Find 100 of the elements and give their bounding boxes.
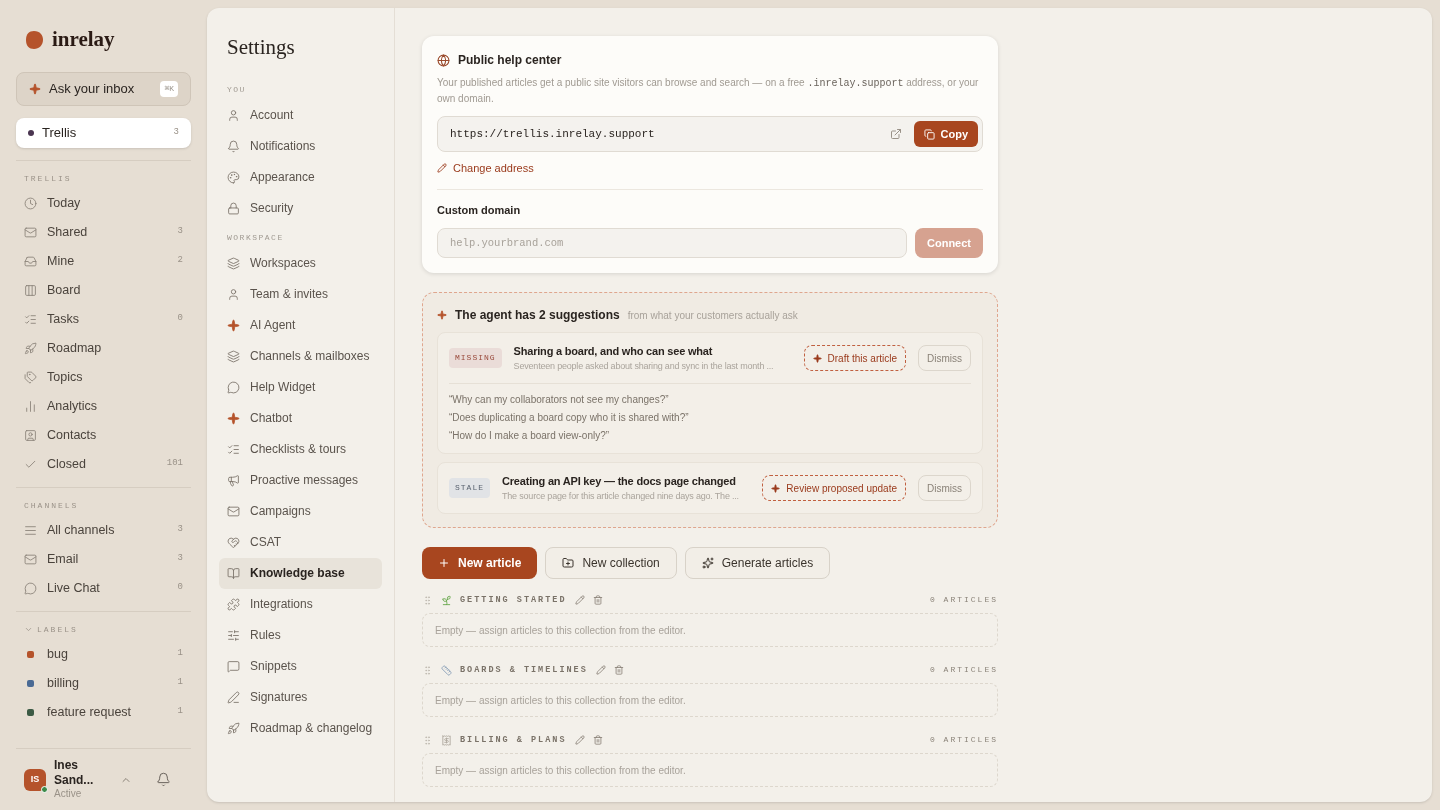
sidebar-item[interactable]: billing 1 (16, 668, 191, 698)
settings-nav-item[interactable]: AI Agent (219, 309, 382, 341)
checklist-icon (227, 442, 240, 456)
sidebar-item[interactable]: Live Chat 0 (16, 573, 191, 603)
external-link-icon[interactable] (889, 128, 902, 140)
settings-nav-item[interactable]: Security (219, 192, 382, 224)
pencil-icon (437, 163, 447, 174)
sidebar-item[interactable]: bug 1 (16, 639, 191, 669)
inbox-icon (24, 254, 37, 268)
suggestion-action-button[interactable]: Draft this article (803, 345, 906, 371)
empty-collection-dropzone: Empty — assign articles to this collection from the editor. (422, 683, 998, 717)
sparkles-icon (701, 557, 714, 569)
sidebar-item[interactable]: Analytics (16, 391, 191, 421)
settings-nav-item[interactable]: Proactive messages (219, 464, 382, 496)
sidebar-item[interactable]: Email 3 (16, 544, 191, 574)
group-heading: WORKSPACE (226, 231, 285, 244)
drag-handle-icon[interactable] (422, 734, 433, 746)
user-name: Ines Sand... (54, 758, 95, 789)
sidebar-item[interactable]: Contacts (16, 420, 191, 450)
url-field[interactable]: https://trellis.inrelay.support Copy (437, 116, 983, 152)
settings-nav-item[interactable]: Signatures (219, 681, 382, 713)
sidebar-item[interactable]: Shared 3 (16, 217, 191, 247)
toolbar-button[interactable]: New collection (545, 547, 677, 579)
sidebar-item[interactable]: Roadmap (16, 333, 191, 363)
dismiss-button[interactable]: Dismiss (918, 475, 971, 501)
sidebar-item[interactable]: Board (16, 275, 191, 305)
receipt-icon (441, 734, 452, 746)
sparkle-icon (812, 353, 822, 363)
toolbar-button[interactable]: New article (422, 547, 538, 579)
globe-icon (437, 53, 450, 67)
copy-icon (923, 128, 935, 140)
field-label: Custom domain (437, 202, 522, 218)
settings-nav-item[interactable]: Checklists & tours (219, 433, 382, 465)
palette-icon (227, 170, 240, 184)
edit-icon[interactable] (574, 735, 585, 745)
settings-nav-item[interactable]: Knowledge base (219, 557, 382, 589)
chevron-down-icon[interactable] (24, 625, 33, 634)
settings-nav-item[interactable]: Rules (219, 619, 382, 651)
settings-nav-item[interactable]: Roadmap & changelog (219, 712, 382, 744)
edit-icon[interactable] (574, 595, 585, 605)
user-avatar: IS (24, 768, 46, 791)
settings-nav-item[interactable]: Chatbot (219, 402, 382, 434)
copy-button[interactable]: Copy (913, 121, 978, 147)
edit-icon[interactable] (595, 665, 606, 675)
delete-icon[interactable] (613, 665, 624, 675)
drag-handle-icon[interactable] (422, 664, 433, 676)
settings-nav-item[interactable]: Workspaces (219, 247, 382, 279)
settings-nav-item[interactable]: Appearance (219, 161, 382, 193)
lock-icon (227, 201, 240, 215)
settings-nav-item[interactable]: Notifications (219, 130, 382, 162)
message-icon (227, 659, 240, 673)
dismiss-button[interactable]: Dismiss (918, 345, 971, 371)
article-count: 0 ARTICLES (930, 664, 998, 676)
sidebar-item[interactable]: Mine 2 (16, 246, 191, 276)
article-count: 0 ARTICLES (930, 594, 998, 606)
tag-icon (24, 370, 37, 384)
plus-icon (438, 557, 450, 569)
shortcut-badge: ⌘K (160, 80, 178, 97)
toolbar-button[interactable]: Generate articles (684, 547, 831, 579)
delete-icon[interactable] (592, 735, 603, 745)
settings-nav-item[interactable]: Channels & mailboxes (219, 340, 382, 372)
settings-nav-item[interactable]: Snippets (219, 650, 382, 682)
drag-handle-icon[interactable] (422, 594, 433, 606)
rocket-icon (227, 721, 240, 735)
puzzle-icon (227, 597, 240, 611)
user-icon (227, 108, 240, 122)
empty-collection-dropzone: Empty — assign articles to this collection from the editor. (422, 613, 998, 647)
sidebar-item[interactable]: Topics (16, 362, 191, 392)
sidebar-item[interactable]: Closed 101 (16, 449, 191, 479)
list-icon (24, 523, 37, 537)
delete-icon[interactable] (592, 595, 603, 605)
mail-icon (24, 552, 37, 566)
sidebar-item[interactable]: Tasks 0 (16, 304, 191, 334)
suggestion-title: Sharing a board, and who can see what (513, 344, 713, 359)
logo-icon (24, 29, 44, 50)
sliders-icon (227, 628, 240, 642)
workspace-item[interactable]: Trellis 3 (16, 117, 191, 148)
settings-nav-item[interactable]: Account (219, 99, 382, 131)
custom-domain-field[interactable]: help.yourbrand.com (437, 228, 907, 258)
suggestion-action-button[interactable]: Review proposed update (762, 475, 906, 501)
suggestions-title: The agent has 2 suggestions (455, 307, 620, 324)
ask-inbox-button[interactable]: Ask your inbox ⌘K (16, 71, 191, 106)
sidebar-item[interactable]: feature request 1 (16, 697, 191, 727)
sidebar-item[interactable]: All channels 3 (16, 515, 191, 545)
collection-name: BILLING & PLANS (460, 733, 567, 747)
change-address-link[interactable]: Change address (437, 160, 534, 177)
suggestions-subtitle: from what your customers actually ask (627, 309, 798, 323)
collection-name: GETTING STARTED (460, 593, 567, 607)
settings-nav-item[interactable]: Integrations (219, 588, 382, 620)
settings-nav-item[interactable]: CSAT (219, 526, 382, 558)
bell-icon (227, 139, 240, 153)
layers-icon (227, 256, 240, 270)
bell-icon[interactable] (156, 772, 171, 787)
brand-name: inrelay (52, 26, 115, 53)
section-heading: TRELLIS (24, 172, 72, 185)
sidebar-item[interactable]: Today (16, 188, 191, 218)
settings-nav-item[interactable]: Team & invites (219, 278, 382, 310)
settings-nav-item[interactable]: Campaigns (219, 495, 382, 527)
megaphone-icon (227, 473, 240, 487)
settings-nav-item[interactable]: Help Widget (219, 371, 382, 403)
